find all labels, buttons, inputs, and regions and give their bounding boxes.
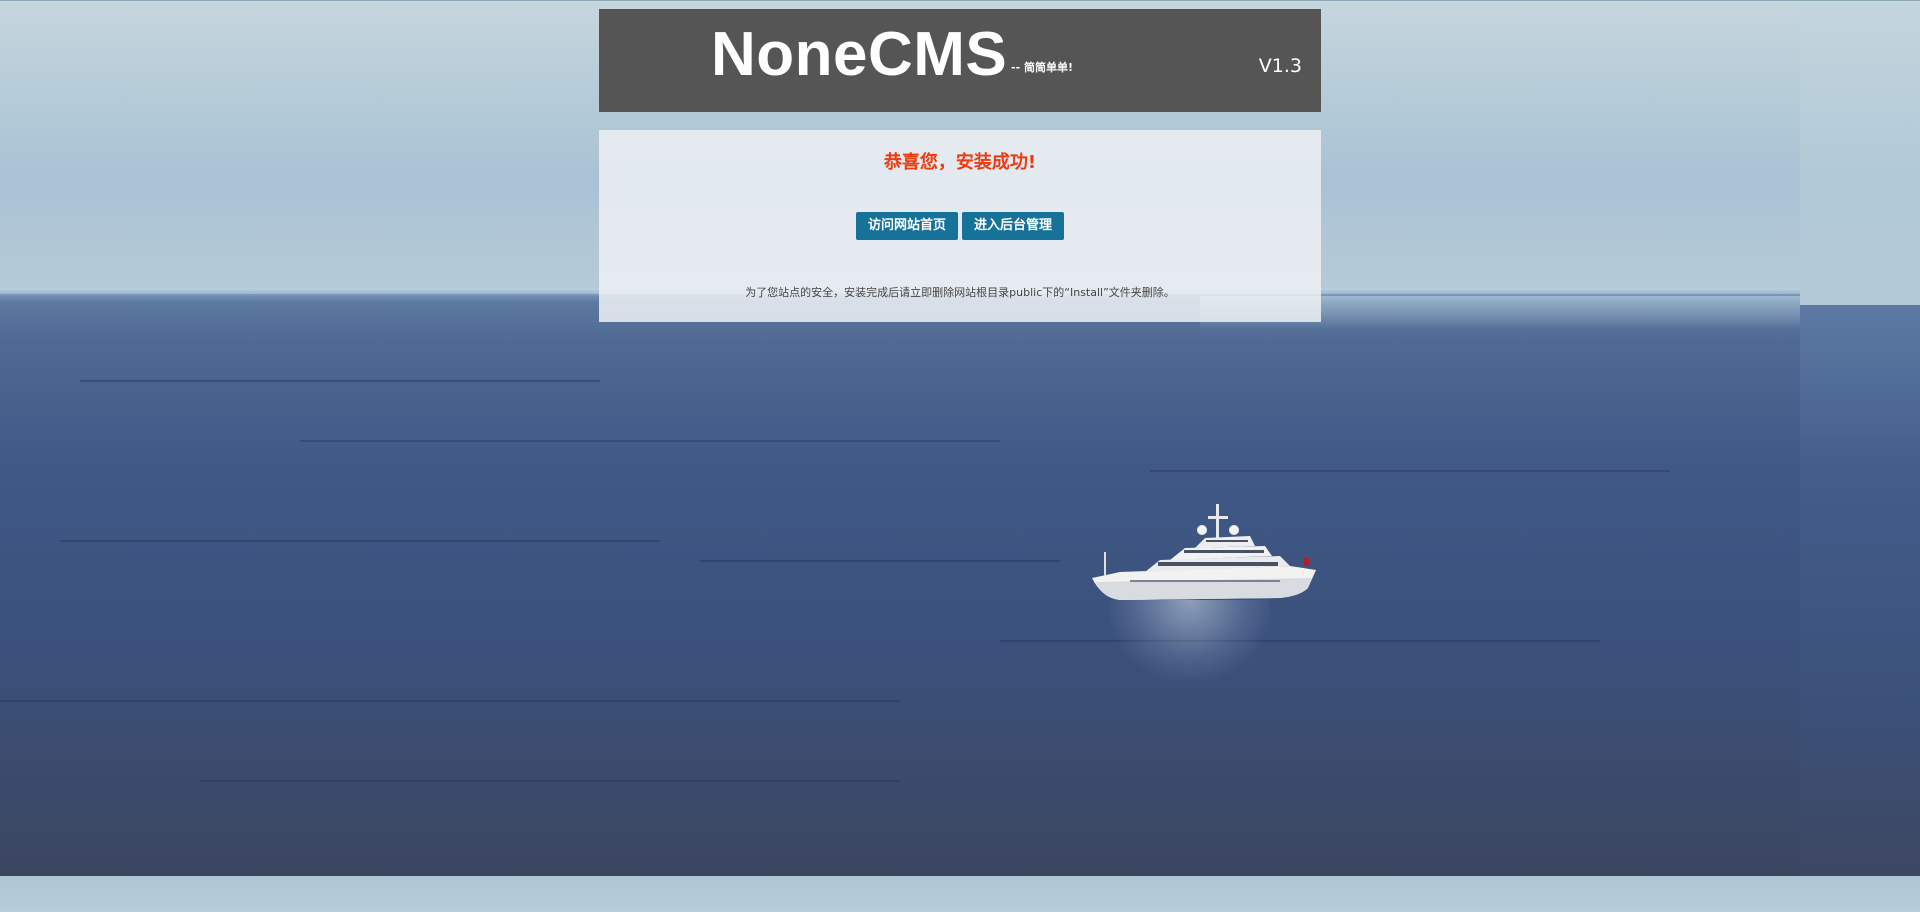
wave-line — [1000, 640, 1600, 642]
page: NoneCMS -- 简简单单! V1.3 恭喜您，安装成功! 访问网站首页 进… — [0, 0, 1920, 912]
wave-line — [200, 780, 900, 782]
version-label: V1.3 — [1258, 55, 1302, 77]
top-border — [0, 0, 1920, 1]
site-header: NoneCMS -- 简简单单! V1.3 — [599, 9, 1321, 112]
background-sea — [1800, 305, 1920, 876]
wave-line — [60, 540, 660, 542]
wave-line — [80, 380, 600, 382]
background-bottom-strip — [0, 876, 1920, 912]
action-buttons: 访问网站首页 进入后台管理 — [599, 212, 1321, 240]
security-note: 为了您站点的安全，安装完成后请立即删除网站根目录public下的“Install… — [745, 286, 1175, 299]
wave-line — [0, 700, 900, 702]
background-image-repeat — [1800, 0, 1920, 876]
yacht-reflection — [1110, 600, 1270, 680]
wave-line — [300, 440, 1000, 442]
visit-home-button[interactable]: 访问网站首页 — [855, 212, 958, 240]
wave-line — [700, 560, 1060, 562]
yacht-illustration — [1092, 504, 1316, 600]
enter-admin-button[interactable]: 进入后台管理 — [962, 212, 1065, 240]
wave-line — [1150, 470, 1670, 472]
brand-slogan: -- 简简单单! — [1011, 61, 1073, 74]
success-message: 恭喜您，安装成功! — [883, 152, 1037, 173]
brand-logo-text: NoneCMS — [711, 20, 1008, 89]
install-result-panel: 恭喜您，安装成功! 访问网站首页 进入后台管理 为了您站点的安全，安装完成后请立… — [599, 130, 1321, 322]
background-sky — [1800, 0, 1920, 305]
